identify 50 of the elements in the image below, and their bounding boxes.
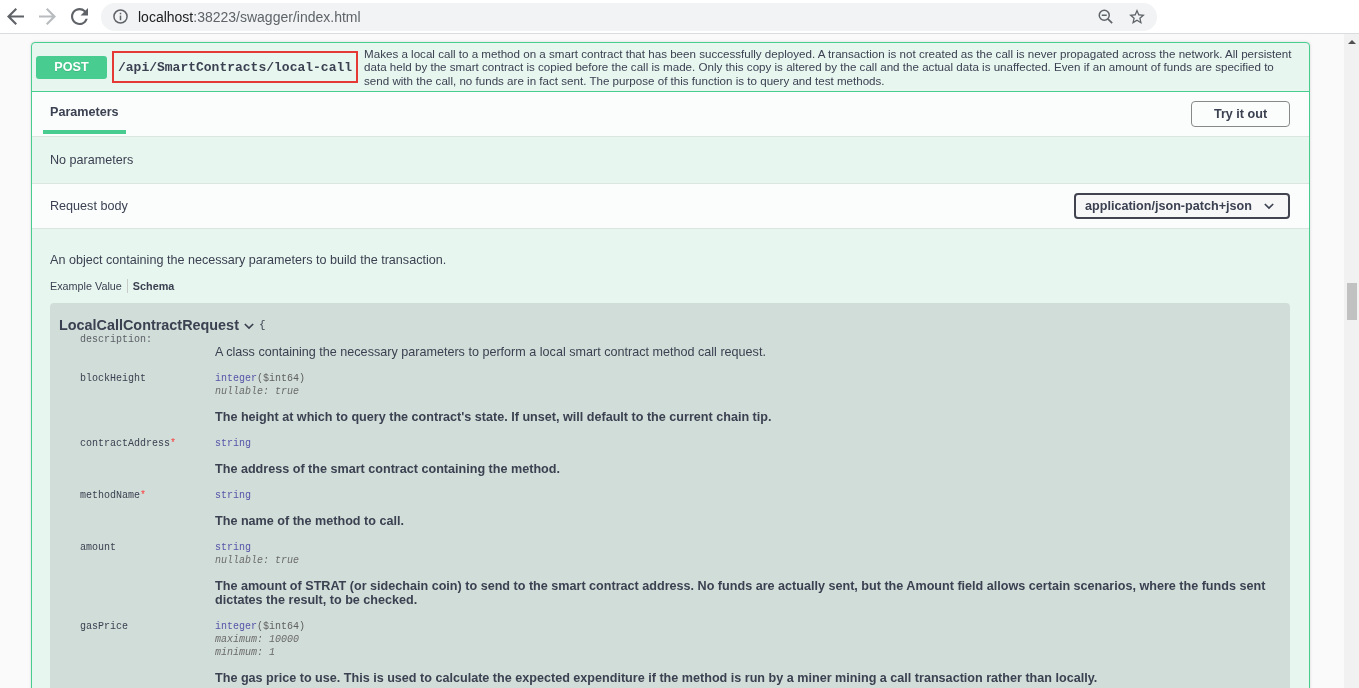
chevron-down-icon (1264, 202, 1274, 210)
property-name: methodName (80, 489, 140, 502)
description-label: description: (80, 333, 152, 346)
constraint-text: maximum: 10000 (215, 633, 300, 646)
property-type: integer (215, 373, 257, 384)
chevron-down-icon[interactable] (243, 322, 254, 330)
view-tab[interactable]: Example Value (50, 279, 127, 293)
property-type: string (215, 438, 251, 449)
zoom-out-icon[interactable] (1098, 9, 1113, 24)
required-marker: * (140, 489, 147, 502)
content-type-select[interactable]: application/json-patch+json (1074, 193, 1290, 219)
no-parameters-text: No parameters (50, 153, 134, 167)
reload-icon[interactable] (71, 8, 88, 25)
property-description: The height at which to query the contract's state. If unset, will default to the current chain tip. (215, 410, 773, 424)
scrollbar[interactable] (1344, 34, 1359, 688)
property-type: string (215, 490, 251, 501)
scrollbar-thumb[interactable] (1346, 283, 1357, 320)
address-bar[interactable]: localhost:38223/swagger/index.html (101, 2, 1157, 31)
view-tab[interactable]: Schema (126, 279, 180, 293)
property-description: The amount of STRAT (or sidechain coin) to send to the smart contract address. No funds are actually sent, but the Amount field allows certain scenarios, where the funds sent dictates the result, to be checked. (215, 579, 1267, 607)
parameters-tab[interactable]: Parameters (43, 92, 126, 134)
property-description: The address of the smart contract containing the method. (215, 462, 561, 476)
operation-description: Makes a local call to a method on a smart contract that has been successfully deployed. A transaction is not created as the call is never propagated across the network. All persistent data held by the smart contract is copied before the call is made. Only this copy is altered by the call and the actual data is unaffected. Even if an amount of funds are specified to send with the call, no funds are in fact sent. The purpose of this function is to query and test methods. (364, 46, 1293, 88)
left-arrow-icon[interactable] (7, 8, 24, 25)
star-outline-icon[interactable] (1129, 9, 1145, 24)
constraint-text: minimum: 1 (215, 646, 276, 659)
try-it-out-button[interactable]: Try it out (1191, 101, 1290, 127)
http-method-badge: POST (36, 55, 107, 79)
property-description: The name of the method to call. (215, 514, 405, 528)
required-marker: * (170, 437, 177, 450)
model-description: A class containing the necessary parameters to perform a local smart contract method call request. (215, 345, 767, 359)
model-name[interactable]: LocalCallContractRequest (59, 317, 239, 333)
request-body-label: Request body (50, 199, 128, 213)
property-type: string (215, 542, 251, 553)
property-name: contractAddress (80, 437, 170, 450)
property-format: ($int64) (257, 621, 306, 632)
property-name: amount (80, 541, 116, 554)
url-text: localhost:38223/swagger/index.html (138, 8, 361, 25)
property-description: The gas price to use. This is used to calculate the expected expenditure if the method is run by a miner mining a call transaction rather than locally. (215, 671, 1099, 685)
property-name: gasPrice (80, 620, 128, 633)
request-body-description: An object containing the necessary parameters to build the transaction. (50, 252, 448, 268)
property-name: blockHeight (80, 372, 146, 385)
brace-text: { (258, 319, 266, 331)
scroll-up-arrow-icon[interactable] (1347, 40, 1356, 44)
property-format: ($int64) (257, 373, 306, 384)
endpoint-path: /api/SmartContracts/local-call (112, 51, 359, 83)
constraint-text: nullable: true (215, 385, 300, 398)
constraint-text: nullable: true (215, 554, 300, 567)
info-icon[interactable] (113, 9, 128, 24)
property-type: integer (215, 621, 257, 632)
